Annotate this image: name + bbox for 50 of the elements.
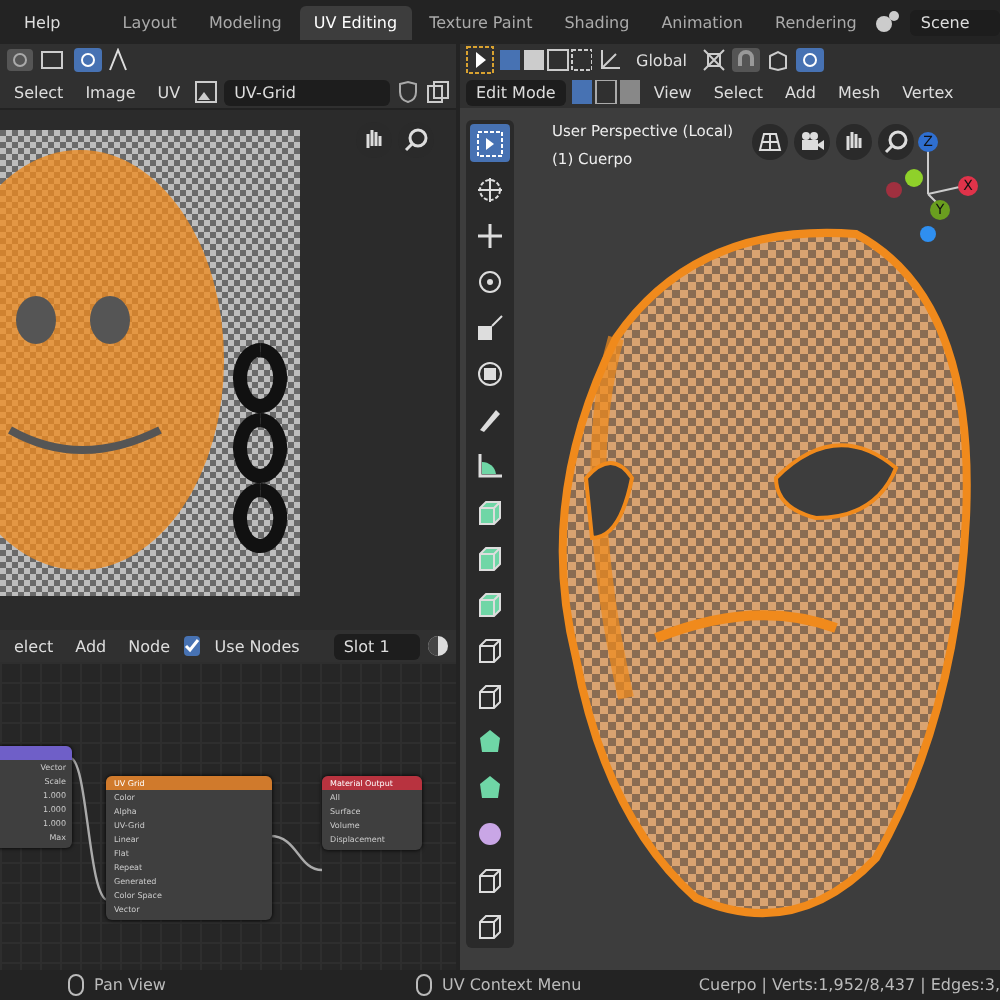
menu-item[interactable]: Select: [6, 83, 72, 101]
snap-icon[interactable]: [74, 48, 102, 72]
scene-statistics: Cuerpo | Verts:1,952/8,437 | Edges:3,: [698, 976, 1000, 994]
menu-item[interactable]: Add: [67, 637, 115, 655]
mode-dropdown[interactable]: Edit Mode: [466, 79, 566, 105]
menu-item[interactable]: elect: [6, 637, 62, 655]
pivot-icon[interactable]: [40, 48, 68, 72]
cursor-select-icon[interactable]: [466, 46, 494, 74]
transform-orientation-dropdown[interactable]: Global: [628, 51, 696, 69]
menu-item[interactable]: UV: [149, 83, 189, 101]
workspace-tab[interactable]: Texture Paint: [415, 5, 547, 39]
workspace-tab[interactable]: Animation: [647, 5, 757, 39]
workspace-tab[interactable]: Rendering: [761, 5, 871, 39]
sphere-icon[interactable]: [426, 634, 450, 658]
menu-item[interactable]: Select: [705, 83, 772, 101]
use-nodes-label: Use Nodes: [212, 637, 302, 655]
magnet-icon[interactable]: [731, 48, 760, 72]
grid-icon[interactable]: [752, 124, 788, 160]
workspace-tab[interactable]: Modeling: [194, 5, 296, 39]
scene-icon[interactable]: [874, 10, 903, 34]
proportional-edit-icon[interactable]: [795, 48, 824, 72]
menu-item[interactable]: Node: [120, 637, 178, 655]
select-mode-icon[interactable]: [571, 80, 640, 104]
menu-item[interactable]: View: [645, 83, 700, 101]
status-hint: UV Context Menu: [441, 976, 582, 994]
image-name-field[interactable]: UV-Grid: [224, 79, 390, 105]
sync-icon[interactable]: [6, 48, 34, 72]
menu-item[interactable]: Add: [777, 83, 825, 101]
status-hint: Pan View: [94, 976, 166, 994]
mouse-icon: [415, 974, 432, 996]
checkbox[interactable]: [184, 636, 201, 656]
copy-icon[interactable]: [426, 80, 450, 104]
scene-field[interactable]: Scene: [910, 9, 1000, 35]
shield-icon[interactable]: [396, 80, 420, 104]
menu-item[interactable]: Mesh: [830, 83, 889, 101]
camera-icon[interactable]: [794, 124, 830, 160]
menu-item[interactable]: Image: [77, 83, 144, 101]
mouse-icon: [68, 974, 84, 996]
selection-mode-icon[interactable]: [500, 48, 592, 72]
workspace-tab[interactable]: Layout: [108, 5, 191, 39]
pivot-icon[interactable]: [701, 48, 726, 72]
zoom-icon[interactable]: [878, 124, 914, 160]
slot-dropdown[interactable]: Slot 1: [333, 633, 420, 659]
help-menu[interactable]: Help: [16, 13, 69, 31]
transform-axes-icon[interactable]: [598, 48, 622, 72]
workspace-tab[interactable]: UV Editing: [299, 5, 412, 39]
select-tool-icon[interactable]: [470, 124, 510, 162]
workspace-tab[interactable]: Shading: [550, 5, 644, 39]
image-icon[interactable]: [194, 80, 219, 104]
menu-item[interactable]: Vertex: [894, 83, 962, 101]
